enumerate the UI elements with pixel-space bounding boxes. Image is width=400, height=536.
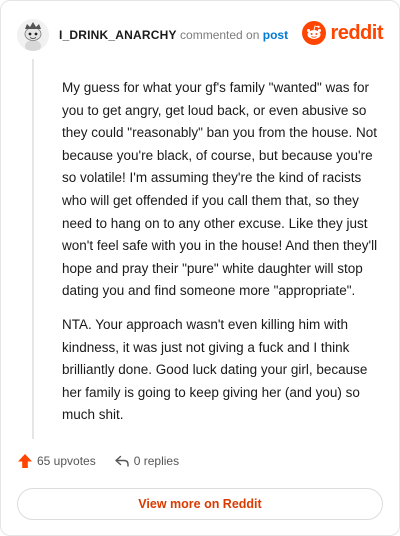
reply-count[interactable]: 0 replies (114, 453, 179, 469)
reddit-logo[interactable]: reddit (302, 21, 383, 45)
reply-icon (115, 455, 129, 467)
user-avatar[interactable] (17, 19, 49, 51)
comment-footer: 65 upvotes 0 replies (17, 453, 179, 469)
replies-label: 0 replies (133, 454, 180, 468)
snoo-avatar-icon (17, 19, 49, 51)
upvote-count[interactable]: 65 upvotes (17, 453, 96, 469)
comment-body: My guess for what your gf's family "want… (62, 77, 378, 438)
reddit-snoo-icon (302, 21, 327, 45)
upvote-arrow-icon (18, 454, 32, 468)
upvotes-label: 65 upvotes (37, 454, 96, 468)
comment-paragraph: NTA. Your approach wasn't even killing h… (62, 316, 368, 423)
thread-line (32, 59, 34, 439)
post-link[interactable]: post (263, 28, 288, 42)
username-link[interactable]: I_DRINK_ANARCHY (59, 28, 177, 42)
view-more-on-reddit-button[interactable]: View more on Reddit (17, 488, 383, 520)
comment-embed-card: I_DRINK_ANARCHY commented on post reddit… (0, 0, 400, 536)
author-line: I_DRINK_ANARCHY commented on post (59, 28, 288, 42)
action-text: commented on (180, 28, 260, 42)
comment-paragraph: My guess for what your gf's family "want… (62, 80, 378, 299)
reddit-wordmark: reddit (330, 21, 383, 44)
